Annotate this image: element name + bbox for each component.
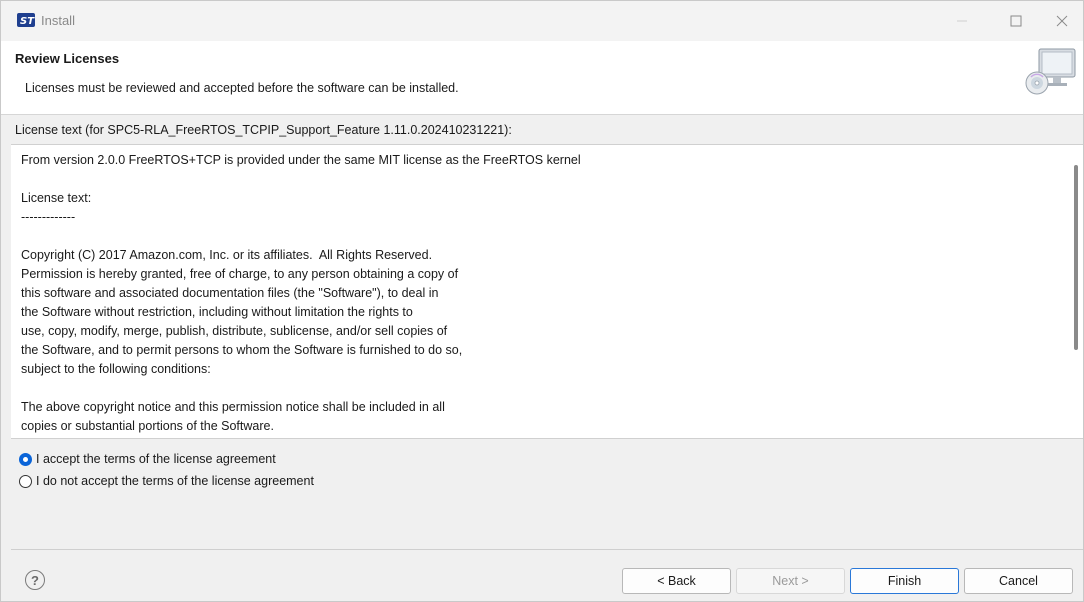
- next-button: Next >: [736, 568, 845, 594]
- st-logo-icon: ST: [17, 13, 35, 27]
- page-title: Review Licenses: [15, 51, 120, 66]
- svg-text:ST: ST: [20, 16, 35, 27]
- decline-radio-option[interactable]: I do not accept the terms of the license…: [19, 474, 314, 488]
- back-button[interactable]: < Back: [622, 568, 731, 594]
- scrollbar-thumb[interactable]: [1074, 165, 1078, 350]
- page-description: Licenses must be reviewed and accepted b…: [25, 81, 459, 95]
- accept-radio-option[interactable]: I accept the terms of the license agreem…: [19, 452, 276, 466]
- header-banner: Review Licenses Licenses must be reviewe…: [1, 41, 1083, 115]
- bottom-separator: [11, 549, 1083, 550]
- decline-radio-label[interactable]: I do not accept the terms of the license…: [36, 474, 314, 488]
- accept-radio[interactable]: [19, 452, 32, 466]
- decline-radio[interactable]: [19, 474, 32, 488]
- license-scrollbar[interactable]: [1069, 145, 1083, 438]
- license-text: From version 2.0.0 FreeRTOS+TCP is provi…: [21, 153, 581, 433]
- accept-radio-label[interactable]: I accept the terms of the license agreem…: [36, 452, 276, 466]
- install-dialog: ST Install Review Licenses Licenses must…: [0, 0, 1084, 602]
- close-icon[interactable]: [1039, 1, 1084, 41]
- finish-button[interactable]: Finish: [850, 568, 959, 594]
- license-textarea[interactable]: From version 2.0.0 FreeRTOS+TCP is provi…: [11, 144, 1083, 439]
- install-computer-icon: [1023, 45, 1079, 101]
- maximize-icon[interactable]: [993, 1, 1039, 41]
- minimize-icon[interactable]: [939, 1, 985, 41]
- title-bar[interactable]: ST Install: [1, 1, 1083, 41]
- window-title: Install: [41, 13, 75, 28]
- help-icon[interactable]: ?: [25, 570, 45, 590]
- license-label: License text (for SPC5-RLA_FreeRTOS_TCPI…: [15, 123, 512, 137]
- cancel-button[interactable]: Cancel: [964, 568, 1073, 594]
